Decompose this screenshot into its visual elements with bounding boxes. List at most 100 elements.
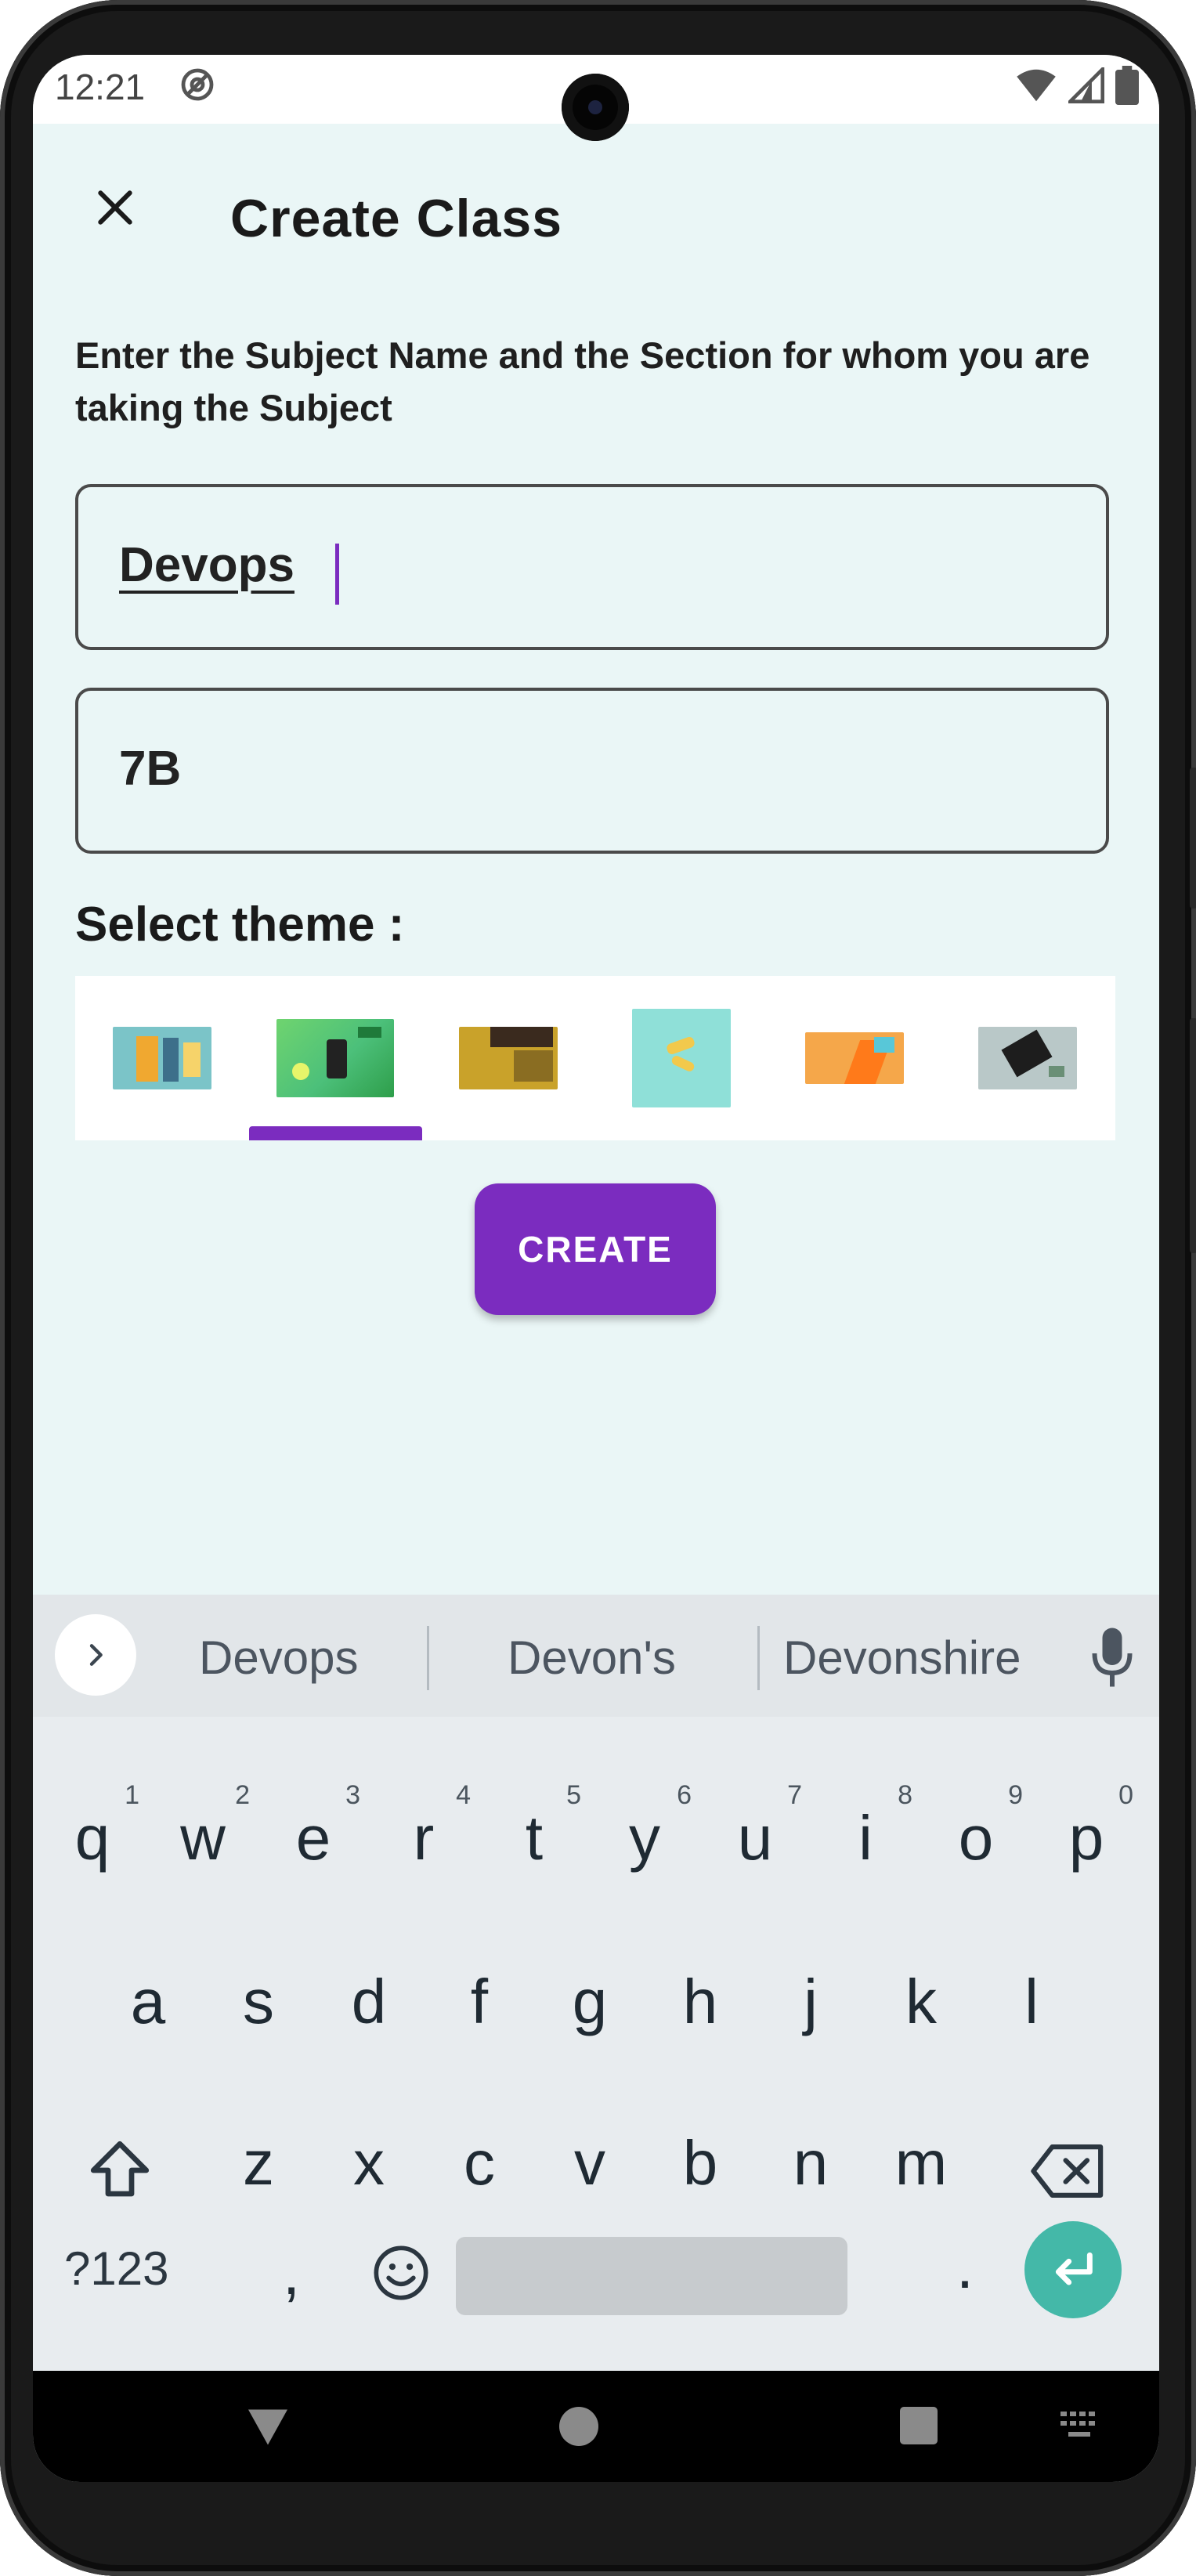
enter-icon: [1055, 2252, 1093, 2285]
key-number-hint: 5: [566, 1780, 581, 1810]
key-r[interactable]: r4: [385, 1780, 471, 1874]
create-button[interactable]: CREATE: [475, 1183, 716, 1315]
wifi-icon: [1017, 69, 1056, 102]
backspace-key[interactable]: [1031, 2143, 1106, 2202]
symbols-key[interactable]: ?123: [64, 2242, 168, 2296]
theme-option[interactable]: [594, 976, 768, 1140]
theme-thumbnail: [112, 1027, 211, 1089]
back-triangle-icon[interactable]: [244, 2405, 291, 2449]
section-value: 7B: [119, 742, 182, 796]
emoji-icon: [374, 2245, 428, 2300]
key-a[interactable]: a: [109, 1966, 187, 2038]
key-f[interactable]: f: [440, 1966, 519, 2038]
key-y[interactable]: y6: [605, 1780, 692, 1874]
key-number-hint: 0: [1118, 1780, 1133, 1810]
front-camera: [562, 74, 629, 141]
key-o[interactable]: o9: [937, 1780, 1023, 1874]
subject-name-input[interactable]: Devops: [75, 484, 1109, 650]
close-button[interactable]: [80, 172, 150, 243]
key-v[interactable]: v: [551, 2127, 629, 2199]
key-n[interactable]: n: [771, 2127, 850, 2199]
key-z[interactable]: z: [219, 2127, 298, 2199]
key-i[interactable]: i8: [826, 1780, 912, 1874]
key-t[interactable]: t5: [495, 1780, 581, 1874]
suggestion-item[interactable]: Devonshire: [783, 1631, 1021, 1685]
text-caret: [335, 544, 339, 605]
suggestion-divider: [427, 1626, 429, 1690]
soft-keyboard: Devops Devon's Devonshire q1 w2 e3 r4 t5…: [33, 1595, 1159, 2371]
key-b[interactable]: b: [661, 2127, 739, 2199]
key-q[interactable]: q1: [53, 1780, 139, 1874]
chevron-right-icon: [89, 1644, 103, 1666]
theme-thumbnail: [631, 1009, 731, 1107]
phone-frame: 12:21 Create Class Enter the Subject Nam…: [0, 0, 1196, 2576]
selected-theme-indicator: [249, 1126, 422, 1140]
emoji-key[interactable]: [371, 2243, 431, 2306]
key-u[interactable]: u7: [716, 1780, 802, 1874]
select-theme-label: Select theme :: [75, 898, 405, 952]
shift-icon: [90, 2141, 150, 2197]
space-key[interactable]: [456, 2237, 847, 2315]
period-key[interactable]: .: [926, 2231, 1004, 2303]
suggestion-item[interactable]: Devon's: [508, 1631, 676, 1685]
key-x[interactable]: x: [330, 2127, 408, 2199]
theme-option[interactable]: [768, 976, 941, 1140]
theme-option[interactable]: [75, 976, 248, 1140]
volume-button: [1190, 768, 1196, 909]
recent-apps-icon[interactable]: [900, 2407, 938, 2444]
backspace-icon: [1031, 2144, 1104, 2198]
microphone-icon[interactable]: [1089, 1626, 1136, 1689]
theme-option[interactable]: [421, 976, 594, 1140]
key-k[interactable]: k: [882, 1966, 960, 2038]
battery-icon: [1115, 66, 1139, 105]
expand-suggestions-button[interactable]: [55, 1614, 136, 1696]
key-number-hint: 1: [125, 1780, 139, 1810]
section-input[interactable]: 7B: [75, 688, 1109, 854]
home-icon[interactable]: [559, 2407, 598, 2446]
enter-key[interactable]: [1024, 2221, 1122, 2318]
key-p[interactable]: p0: [1047, 1780, 1133, 1874]
theme-thumbnail: [276, 1019, 394, 1097]
theme-option[interactable]: [941, 976, 1114, 1140]
theme-thumbnail: [977, 1027, 1077, 1089]
key-h[interactable]: h: [661, 1966, 739, 2038]
at-sign-icon: [181, 68, 214, 101]
suggestion-item[interactable]: Devops: [199, 1631, 358, 1685]
theme-option-selected[interactable]: [248, 976, 421, 1140]
key-number-hint: 6: [677, 1780, 692, 1810]
subject-name-value: Devops: [119, 538, 294, 592]
key-j[interactable]: j: [771, 1966, 850, 2038]
cellular-signal-icon: [1068, 67, 1104, 103]
key-label: o: [958, 1803, 994, 1873]
key-label: u: [737, 1803, 773, 1873]
key-number-hint: 2: [235, 1780, 250, 1810]
status-icons: [1015, 66, 1139, 105]
key-d[interactable]: d: [330, 1966, 408, 2038]
key-l[interactable]: l: [992, 1966, 1071, 2038]
key-g[interactable]: g: [551, 1966, 629, 2038]
key-label: y: [629, 1803, 660, 1873]
power-button: [1190, 1018, 1196, 1253]
key-label: w: [180, 1803, 226, 1873]
key-label: r: [413, 1803, 435, 1873]
key-e[interactable]: e3: [274, 1780, 360, 1874]
key-number-hint: 3: [345, 1780, 360, 1810]
suggestion-divider: [757, 1626, 760, 1690]
suggestion-bar: Devops Devon's Devonshire: [33, 1595, 1159, 1717]
key-label: i: [858, 1803, 873, 1873]
key-m[interactable]: m: [882, 2127, 960, 2199]
keyboard-switcher-icon[interactable]: [1059, 2410, 1103, 2441]
navigation-bar: [33, 2371, 1159, 2482]
comma-key[interactable]: ,: [252, 2237, 331, 2309]
key-label: q: [74, 1803, 110, 1873]
key-label: p: [1068, 1803, 1104, 1873]
key-label: e: [295, 1803, 331, 1873]
key-s[interactable]: s: [219, 1966, 298, 2038]
shift-key[interactable]: [85, 2135, 155, 2209]
key-c[interactable]: c: [440, 2127, 519, 2199]
page-title: Create Class: [230, 189, 563, 248]
key-number-hint: 4: [456, 1780, 471, 1810]
instruction-text: Enter the Subject Name and the Section f…: [75, 334, 1090, 428]
key-w[interactable]: w2: [164, 1780, 250, 1874]
key-label: t: [525, 1803, 544, 1873]
